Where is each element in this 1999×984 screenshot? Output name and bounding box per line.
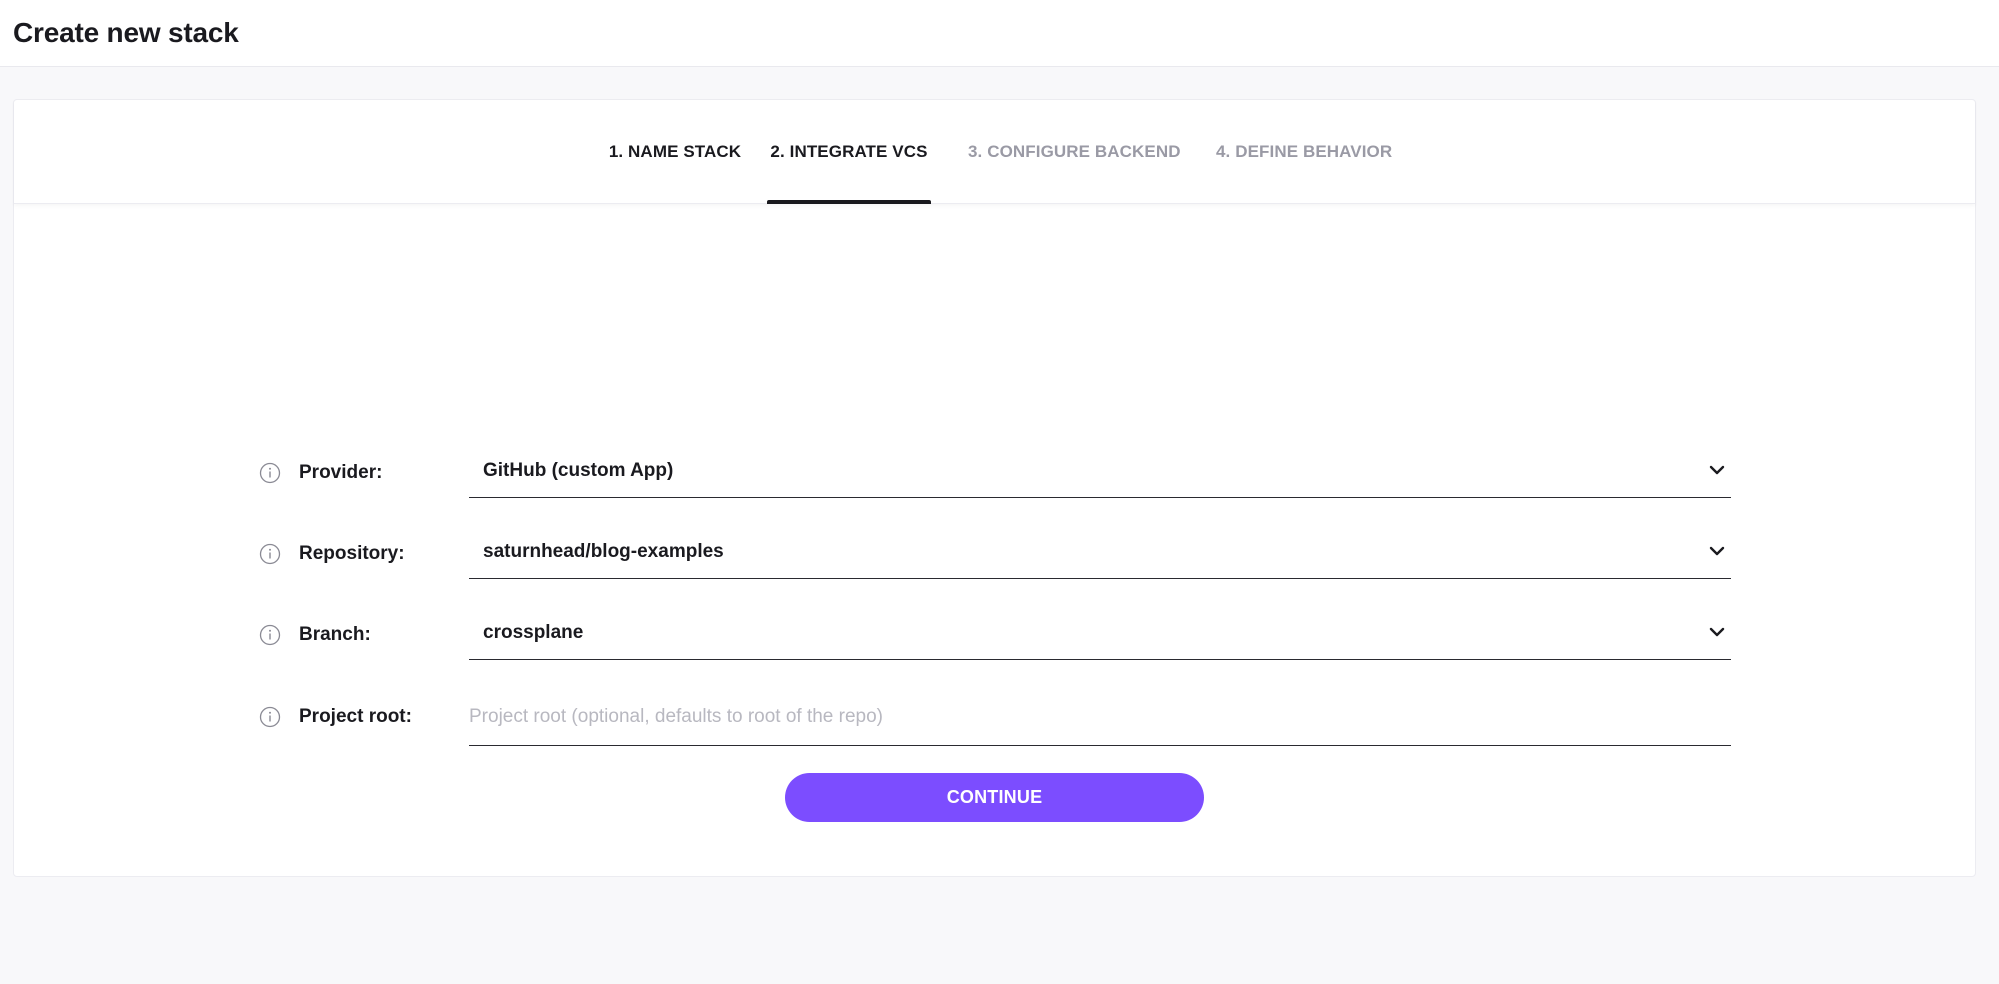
page-title: Create new stack [13,17,239,48]
branch-value: crossplane [483,622,584,643]
info-icon[interactable] [259,462,281,484]
chevron-down-icon [1707,541,1727,561]
project-root-label: Project root: [299,706,412,727]
repository-select[interactable]: saturnhead/blog-examples [469,525,1731,579]
step-integrate-vcs[interactable]: 2. INTEGRATE VCS [767,100,931,204]
branch-row: Branch: crossplane [259,606,1744,666]
project-root-input[interactable] [469,688,1731,746]
stepper: 1. NAME STACK 2. INTEGRATE VCS 3. CONFIG… [14,100,1975,204]
info-icon[interactable] [259,624,281,646]
step-define-behavior[interactable]: 4. DEFINE BEHAVIOR [1216,100,1392,203]
branch-label: Branch: [299,624,371,645]
step-configure-backend[interactable]: 3. CONFIGURE BACKEND [968,100,1181,203]
repository-label: Repository: [299,543,405,564]
branch-select[interactable]: crossplane [469,606,1731,660]
chevron-down-icon [1707,460,1727,480]
provider-row: Provider: GitHub (custom App) [259,444,1744,504]
step-label: 1. NAME STACK [608,142,742,161]
step-label: 2. INTEGRATE VCS [770,142,928,161]
info-icon[interactable] [259,706,281,728]
repository-value: saturnhead/blog-examples [483,541,724,562]
top-bar: Create new stack [0,0,1999,67]
step-label: 3. CONFIGURE BACKEND [968,142,1181,161]
step-label: 4. DEFINE BEHAVIOR [1216,142,1393,161]
repository-row: Repository: saturnhead/blog-examples [259,525,1744,585]
continue-button[interactable]: CONTINUE [785,773,1204,822]
active-step-indicator [767,200,931,204]
create-stack-card: 1. NAME STACK 2. INTEGRATE VCS 3. CONFIG… [13,99,1976,877]
provider-label: Provider: [299,462,383,483]
provider-value: GitHub (custom App) [483,460,674,481]
step-name-stack[interactable]: 1. NAME STACK [599,100,751,203]
chevron-down-icon [1707,622,1727,642]
provider-select[interactable]: GitHub (custom App) [469,444,1731,498]
project-root-row: Project root: [259,688,1744,748]
info-icon[interactable] [259,543,281,565]
